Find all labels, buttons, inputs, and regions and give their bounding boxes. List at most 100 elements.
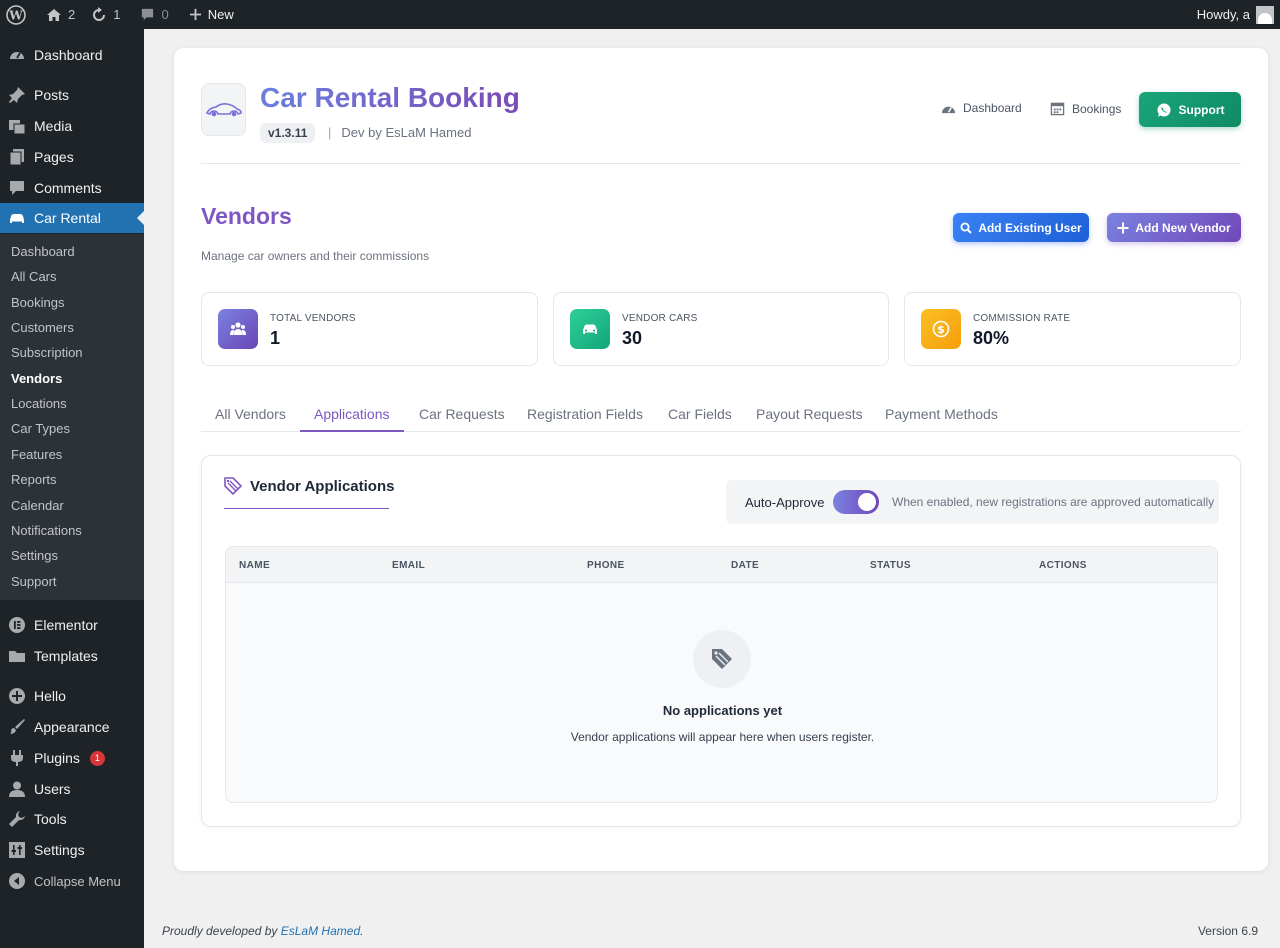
menu-appearance[interactable]: Appearance: [0, 712, 144, 742]
header-dashboard-link[interactable]: Dashboard: [941, 101, 1022, 115]
car-logo-icon: [205, 102, 242, 116]
tab-applications[interactable]: Applications: [314, 406, 390, 422]
menu-media[interactable]: Media: [0, 111, 144, 141]
comments-button[interactable]: 0: [128, 0, 176, 29]
svg-text:$: $: [937, 323, 945, 336]
submenu-all-cars[interactable]: All Cars: [11, 267, 57, 287]
menu-dashboard-label: Dashboard: [34, 47, 103, 63]
tab-registration-fields[interactable]: Registration Fields: [527, 406, 643, 422]
menu-templates-label: Templates: [34, 648, 98, 664]
users-group-icon: [218, 309, 258, 349]
toggle-knob: [858, 493, 876, 511]
vendor-applications-panel: Vendor Applications Auto-Approve When en…: [201, 455, 1241, 827]
column-header-phone: PHONE: [587, 560, 625, 571]
column-header-actions: ACTIONS: [1039, 560, 1087, 571]
menu-plugins[interactable]: Plugins 1: [0, 743, 144, 773]
site-home-button[interactable]: 2: [34, 0, 83, 29]
collapse-menu-button[interactable]: Collapse Menu: [0, 866, 144, 896]
menu-templates[interactable]: Templates: [0, 641, 144, 671]
settings-sliders-icon: [8, 841, 26, 859]
stat-label: TOTAL VENDORS: [270, 313, 356, 324]
tab-payout-requests[interactable]: Payout Requests: [756, 406, 863, 422]
wordpress-logo-button[interactable]: W: [0, 0, 34, 29]
submenu-dashboard[interactable]: Dashboard: [11, 242, 75, 262]
page-subtitle: Manage car owners and their commissions: [201, 249, 430, 263]
menu-dashboard[interactable]: Dashboard: [0, 40, 144, 70]
support-button[interactable]: Support: [1139, 92, 1241, 127]
comment-bubble-icon: [8, 179, 26, 197]
comment-icon: [142, 8, 154, 21]
dashboard-gauge-icon: [8, 46, 26, 64]
menu-posts[interactable]: Posts: [0, 80, 144, 110]
stat-commission-rate: $ COMMISSION RATE 80%: [904, 292, 1241, 366]
submenu-reports[interactable]: Reports: [11, 470, 57, 490]
support-label: Support: [1178, 102, 1225, 117]
header-bookings-label: Bookings: [1072, 101, 1122, 116]
menu-users[interactable]: Users: [0, 774, 144, 804]
folder-icon: [8, 647, 26, 665]
submenu-calendar[interactable]: Calendar: [11, 496, 64, 516]
submenu-subscription[interactable]: Subscription: [11, 343, 83, 363]
menu-hello[interactable]: Hello: [0, 681, 144, 711]
gauge-icon: [942, 106, 955, 113]
updates-button[interactable]: 1: [83, 0, 128, 29]
submenu-bookings[interactable]: Bookings: [11, 293, 64, 313]
submenu-features[interactable]: Features: [11, 445, 62, 465]
submenu-vendors[interactable]: Vendors: [11, 369, 62, 389]
car-icon: [8, 209, 26, 227]
menu-posts-label: Posts: [34, 87, 70, 103]
stat-vendor-cars: VENDOR CARS 30: [553, 292, 889, 366]
tab-car-requests[interactable]: Car Requests: [419, 406, 505, 422]
plus-icon: [189, 8, 201, 21]
add-new-vendor-button[interactable]: Add New Vendor: [1107, 213, 1241, 242]
tab-all-vendors[interactable]: All Vendors: [215, 406, 286, 422]
menu-car-rental[interactable]: Car Rental: [0, 203, 144, 233]
footer-author-link[interactable]: EsLaM Hamed: [281, 924, 360, 938]
column-header-email: EMAIL: [392, 560, 426, 571]
menu-pages[interactable]: Pages: [0, 142, 144, 172]
menu-settings-label: Settings: [34, 842, 85, 858]
menu-pages-label: Pages: [34, 149, 74, 165]
header-bookings-link[interactable]: Bookings: [1050, 101, 1121, 116]
pushpin-icon: [8, 86, 26, 104]
footer-suffix: .: [360, 924, 364, 938]
menu-elementor[interactable]: Elementor: [0, 610, 144, 640]
plugin-logo: [201, 83, 246, 136]
submenu-car-types[interactable]: Car Types: [11, 419, 70, 439]
auto-approve-toggle[interactable]: [833, 490, 879, 514]
auto-approve-label: Auto-Approve: [745, 495, 825, 510]
version-badge: v1.3.11: [260, 123, 316, 143]
tag-icon: [224, 477, 242, 495]
wrench-icon: [8, 810, 26, 828]
tab-payment-methods[interactable]: Payment Methods: [885, 406, 998, 422]
menu-users-label: Users: [34, 781, 71, 797]
credit-separator: |: [328, 125, 332, 140]
whatsapp-icon: [1157, 103, 1170, 117]
vendor-tabs: All Vendors Applications Car Requests Re…: [201, 394, 1241, 432]
add-existing-user-button[interactable]: Add Existing User: [953, 213, 1089, 242]
submenu-notifications[interactable]: Notifications: [11, 521, 82, 541]
active-tab-indicator: [300, 430, 404, 432]
footer-version: Version 6.9: [1197, 924, 1258, 938]
plus-circle-icon: [8, 687, 26, 705]
developer-text: Dev by EsLaM Hamed: [341, 125, 472, 140]
paintbrush-icon: [8, 718, 26, 736]
panel-title-underline: [224, 508, 389, 509]
empty-state-title: No applications yet: [662, 703, 783, 718]
account-menu[interactable]: Howdy, a: [1197, 0, 1274, 29]
panel-title-text: Vendor Applications: [250, 477, 395, 495]
submenu-settings[interactable]: Settings: [11, 546, 58, 566]
submenu-support[interactable]: Support: [11, 572, 57, 592]
new-content-button[interactable]: New: [177, 0, 242, 29]
howdy-text: Howdy, a: [1196, 7, 1250, 22]
car-icon: [570, 309, 610, 349]
menu-settings[interactable]: Settings: [0, 835, 144, 865]
menu-elementor-label: Elementor: [34, 617, 98, 633]
plus-icon: [1117, 222, 1129, 233]
tab-car-fields[interactable]: Car Fields: [668, 406, 732, 422]
refresh-icon: [93, 6, 106, 21]
submenu-locations[interactable]: Locations: [11, 394, 67, 414]
menu-tools[interactable]: Tools: [0, 804, 144, 834]
submenu-customers[interactable]: Customers: [11, 318, 74, 338]
menu-comments[interactable]: Comments: [0, 173, 144, 203]
